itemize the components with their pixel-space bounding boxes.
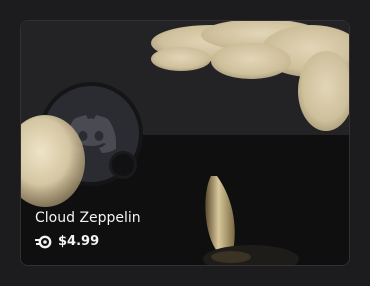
shop-item-card[interactable]: Cloud Zeppelin $4.99: [20, 20, 350, 266]
item-price: $4.99: [58, 234, 100, 249]
item-name: Cloud Zeppelin: [35, 210, 141, 226]
price-row: $4.99: [35, 233, 99, 251]
orb-icon: [35, 235, 52, 249]
status-indicator: [109, 151, 137, 179]
cloud-left: [21, 115, 85, 207]
